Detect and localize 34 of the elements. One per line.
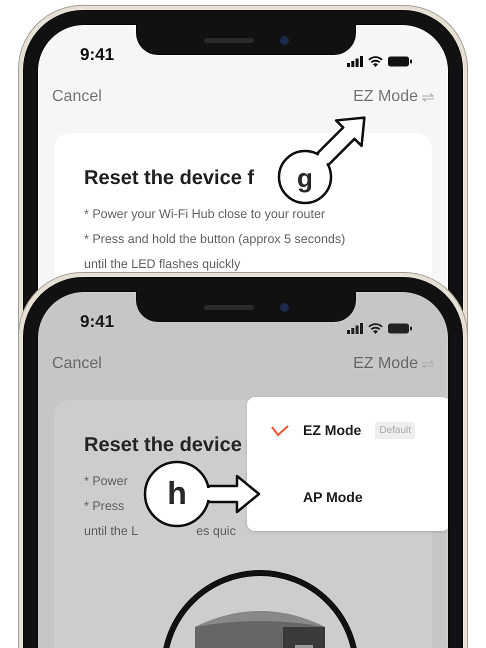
instruction-text: * Press and hold the button (approx 5 seconds) (84, 231, 346, 248)
menu-item-label: EZ Mode (303, 421, 362, 440)
menu-item[interactable]: AP Mode (247, 464, 448, 531)
default-tag: Default (375, 422, 416, 439)
card-title: Reset the device f (84, 166, 254, 191)
instruction-text: until the L (84, 523, 138, 540)
step-letter: g (297, 163, 313, 193)
instruction-text: * Press (84, 498, 124, 515)
instruction-text: * Power (84, 473, 128, 490)
battery-icon (388, 323, 412, 334)
menu-item-label: AP Mode (303, 488, 363, 507)
menu-item[interactable]: EZ Mode Default (247, 397, 448, 464)
signal-icon (347, 323, 363, 334)
step-letter: h (167, 475, 187, 511)
speaker-icon (204, 304, 254, 310)
instruction-text: * Power your Wi-Fi Hub close to your router (84, 206, 326, 223)
mode-selector[interactable]: EZ Mode (353, 85, 434, 109)
wifi-icon (368, 323, 383, 334)
camera-icon (280, 302, 288, 312)
signal-icon (347, 56, 363, 67)
status-time: 9:41 (80, 310, 114, 332)
instruction-text: until the LED flashes quickly (84, 256, 240, 273)
instruction-text: es quic (196, 523, 236, 540)
swap-icon (422, 92, 434, 102)
card-title: Reset the device (84, 433, 242, 458)
battery-icon (388, 56, 412, 67)
cancel-link[interactable]: Cancel (52, 352, 102, 376)
status-time: 9:41 (80, 44, 114, 66)
cancel-link[interactable]: Cancel (52, 85, 102, 109)
swap-icon (422, 360, 434, 368)
camera-icon (280, 36, 288, 44)
speaker-icon (204, 38, 254, 42)
wifi-icon (368, 56, 383, 67)
mode-selector[interactable]: EZ Mode (353, 352, 434, 376)
